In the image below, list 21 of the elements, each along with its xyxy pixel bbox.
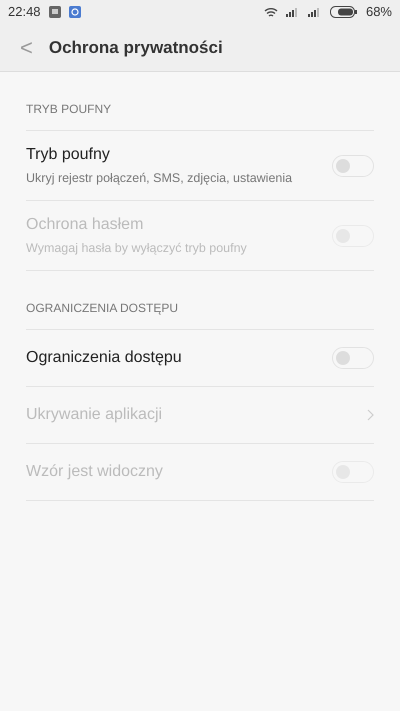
section-header: TRYB POUFNY: [26, 102, 112, 116]
sync-icon: [68, 6, 81, 18]
battery-icon: [330, 6, 358, 18]
back-button[interactable]: <: [16, 36, 37, 58]
setting-description: Wymagaj hasła by wyłączyć tryb poufny: [26, 240, 247, 258]
setting-title: Ochrona hasłem: [26, 215, 144, 236]
signal-icon: [308, 7, 322, 17]
setting-description: Ukryj rejestr połączeń, SMS, zdjęcia, ustawienia: [26, 170, 292, 188]
toggle-switch[interactable]: [332, 347, 374, 369]
toggle-switch[interactable]: [332, 154, 374, 176]
setting-title: Ukrywanie aplikacji: [26, 405, 162, 425]
notification-icon: [48, 6, 61, 18]
setting-title: Ograniczenia dostępu: [26, 348, 182, 368]
setting-title: Wzór jest widoczny: [26, 462, 163, 482]
battery-percent: 68%: [366, 3, 392, 22]
section-header: OGRANICZENIA DOSTĘPU: [26, 301, 178, 315]
page-title: Ochrona prywatności: [48, 36, 223, 59]
status-time: 22:48: [8, 3, 41, 22]
signal-icon: [286, 7, 300, 17]
wifi-icon: [264, 6, 278, 18]
setting-title: Tryb poufny: [26, 145, 111, 166]
